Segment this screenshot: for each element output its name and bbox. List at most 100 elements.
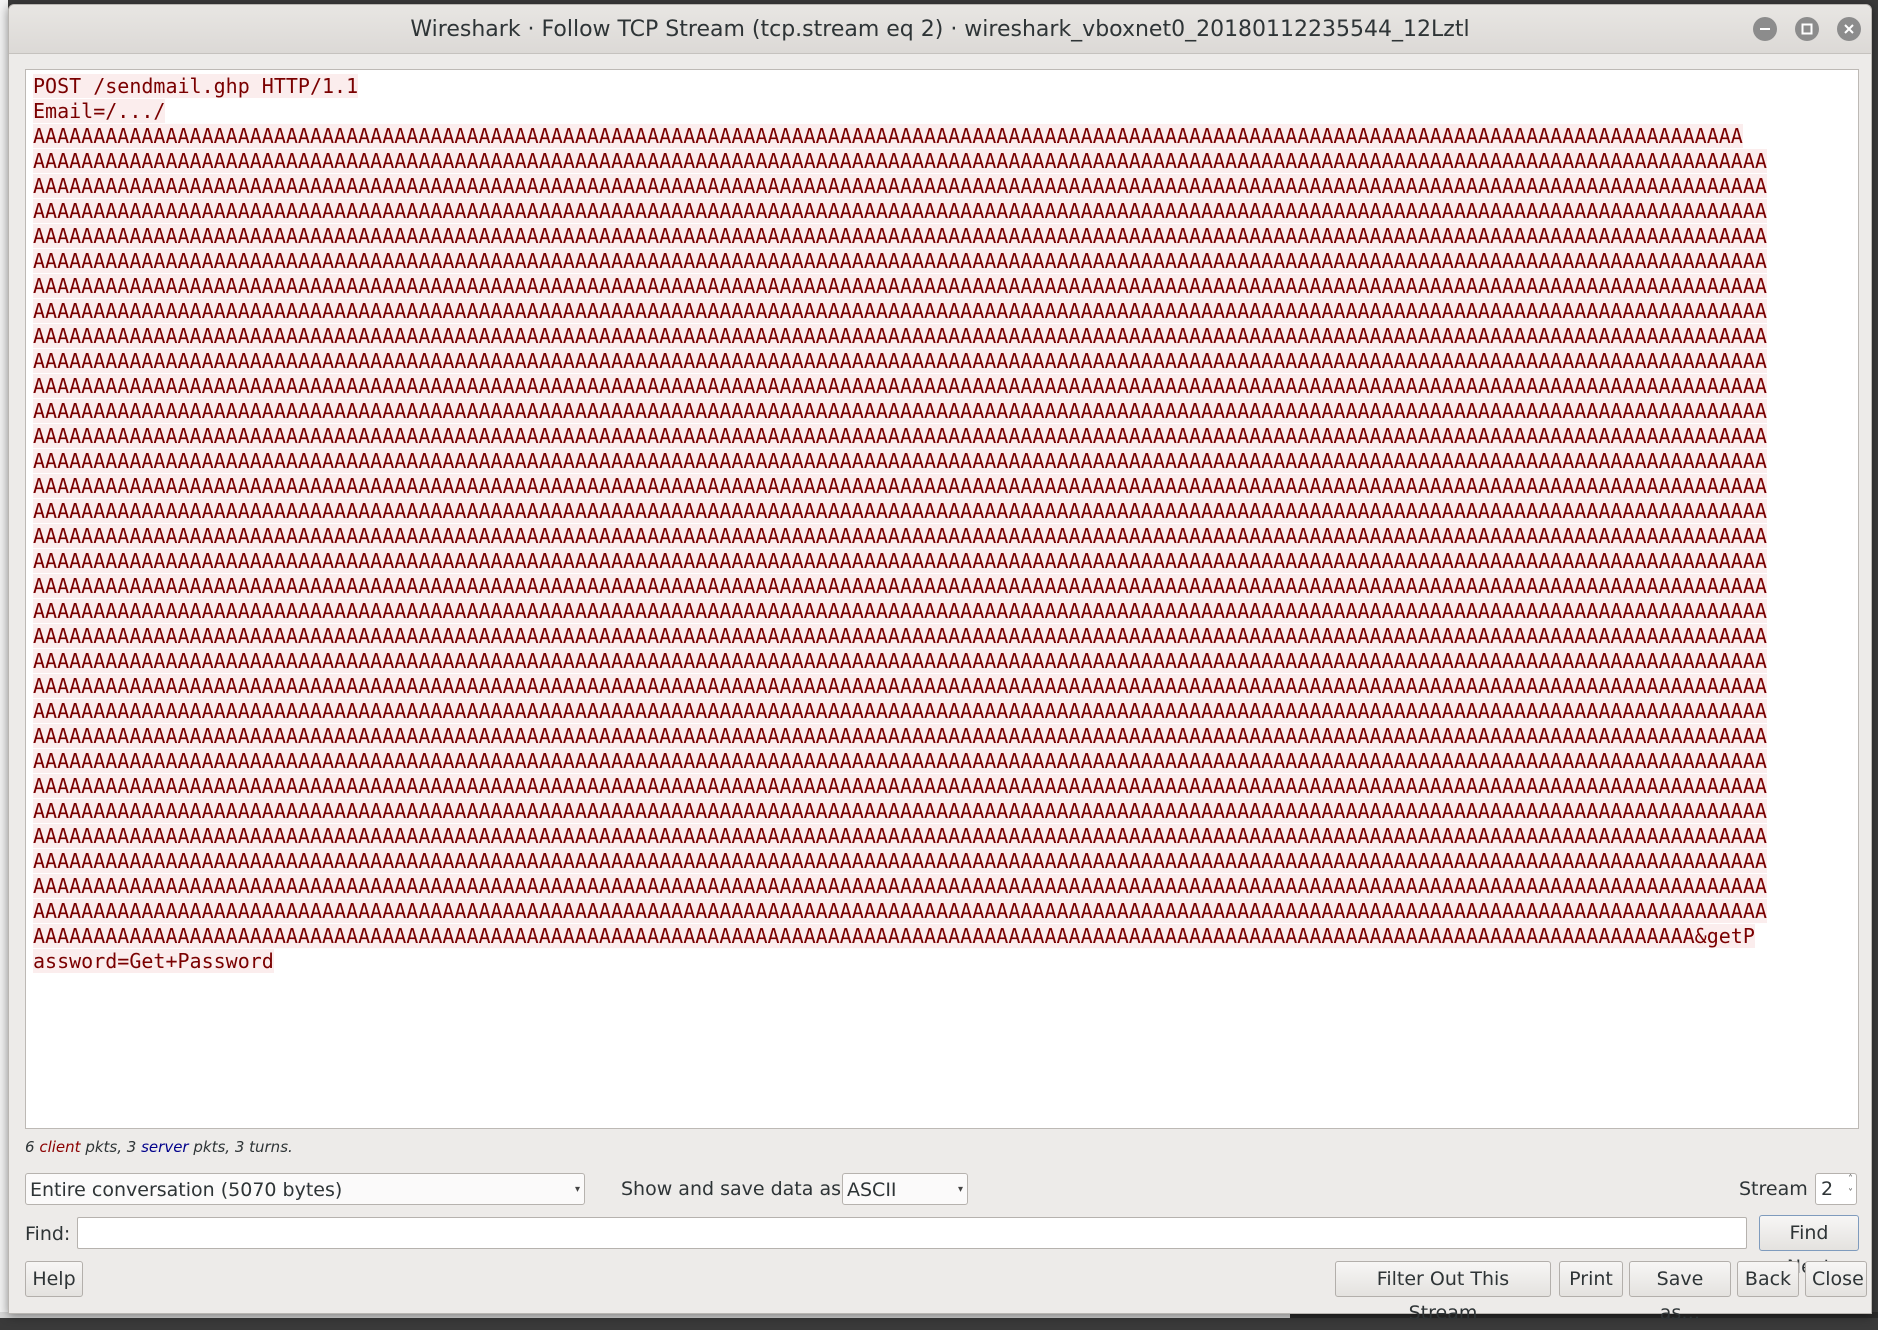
- stream-line: POST /sendmail.ghp HTTP/1.1: [33, 74, 1767, 99]
- conversation-select-value: Entire conversation (5070 bytes): [30, 1179, 343, 1201]
- stream-line-text: AAAAAAAAAAAAAAAAAAAAAAAAAAAAAAAAAAAAAAAA…: [33, 674, 1767, 698]
- stream-line: AAAAAAAAAAAAAAAAAAAAAAAAAAAAAAAAAAAAAAAA…: [33, 274, 1767, 299]
- stream-line-text: AAAAAAAAAAAAAAAAAAAAAAAAAAAAAAAAAAAAAAAA…: [33, 399, 1767, 423]
- stream-line-text: AAAAAAAAAAAAAAAAAAAAAAAAAAAAAAAAAAAAAAAA…: [33, 149, 1767, 173]
- stream-line: AAAAAAAAAAAAAAAAAAAAAAAAAAAAAAAAAAAAAAAA…: [33, 249, 1767, 274]
- stream-line-text: AAAAAAAAAAAAAAAAAAAAAAAAAAAAAAAAAAAAAAAA…: [33, 799, 1767, 823]
- stream-line: assword=Get+Password: [33, 949, 1767, 974]
- stream-line: AAAAAAAAAAAAAAAAAAAAAAAAAAAAAAAAAAAAAAAA…: [33, 324, 1767, 349]
- stream-line-text: AAAAAAAAAAAAAAAAAAAAAAAAAAAAAAAAAAAAAAAA…: [33, 199, 1767, 223]
- maximize-button[interactable]: [1795, 17, 1819, 41]
- stream-line: AAAAAAAAAAAAAAAAAAAAAAAAAAAAAAAAAAAAAAAA…: [33, 724, 1767, 749]
- stream-line: AAAAAAAAAAAAAAAAAAAAAAAAAAAAAAAAAAAAAAAA…: [33, 574, 1767, 599]
- client-label: client: [39, 1138, 81, 1156]
- stream-content-view[interactable]: POST /sendmail.ghp HTTP/1.1 Email=/.../AA…: [25, 69, 1859, 1129]
- minimize-button[interactable]: [1753, 17, 1777, 41]
- stream-line-text: AAAAAAAAAAAAAAAAAAAAAAAAAAAAAAAAAAAAAAAA…: [33, 249, 1767, 273]
- close-icon: [1844, 24, 1854, 34]
- client-suffix: pkts,: [85, 1138, 122, 1156]
- stream-line: AAAAAAAAAAAAAAAAAAAAAAAAAAAAAAAAAAAAAAAA…: [33, 449, 1767, 474]
- stream-line-text: AAAAAAAAAAAAAAAAAAAAAAAAAAAAAAAAAAAAAAAA…: [33, 224, 1767, 248]
- stream-line: AAAAAAAAAAAAAAAAAAAAAAAAAAAAAAAAAAAAAAAA…: [33, 599, 1767, 624]
- spinner-up-icon[interactable]: ˄: [1848, 1174, 1853, 1185]
- spinner-down-icon[interactable]: ˅: [1848, 1188, 1853, 1199]
- dropdown-arrow-icon: ▾: [574, 1184, 580, 1195]
- maximize-icon: [1801, 23, 1813, 35]
- stream-line: AAAAAAAAAAAAAAAAAAAAAAAAAAAAAAAAAAAAAAAA…: [33, 349, 1767, 374]
- stream-line: AAAAAAAAAAAAAAAAAAAAAAAAAAAAAAAAAAAAAAAA…: [33, 849, 1767, 874]
- stream-text: POST /sendmail.ghp HTTP/1.1 Email=/.../AA…: [33, 74, 1767, 974]
- stream-line-text: AAAAAAAAAAAAAAAAAAAAAAAAAAAAAAAAAAAAAAAA…: [33, 649, 1767, 673]
- stream-line: AAAAAAAAAAAAAAAAAAAAAAAAAAAAAAAAAAAAAAAA…: [33, 124, 1767, 149]
- stream-line: AAAAAAAAAAAAAAAAAAAAAAAAAAAAAAAAAAAAAAAA…: [33, 924, 1767, 949]
- stream-number-spinner[interactable]: 2 ˄ ˅: [1815, 1173, 1857, 1205]
- server-count: 3: [126, 1138, 137, 1156]
- stream-line-text: AAAAAAAAAAAAAAAAAAAAAAAAAAAAAAAAAAAAAAAA…: [33, 124, 1743, 148]
- stream-line: AAAAAAAAAAAAAAAAAAAAAAAAAAAAAAAAAAAAAAAA…: [33, 799, 1767, 824]
- stream-line-text: AAAAAAAAAAAAAAAAAAAAAAAAAAAAAAAAAAAAAAAA…: [33, 524, 1767, 548]
- stream-line-text: Email=/.../: [33, 99, 166, 123]
- help-button[interactable]: Help: [25, 1261, 83, 1297]
- stream-line-text: AAAAAAAAAAAAAAAAAAAAAAAAAAAAAAAAAAAAAAAA…: [33, 349, 1767, 373]
- stream-line: AAAAAAAAAAAAAAAAAAAAAAAAAAAAAAAAAAAAAAAA…: [33, 224, 1767, 249]
- show-save-label: Show and save data as: [621, 1178, 841, 1200]
- stream-line: AAAAAAAAAAAAAAAAAAAAAAAAAAAAAAAAAAAAAAAA…: [33, 299, 1767, 324]
- stream-line: AAAAAAAAAAAAAAAAAAAAAAAAAAAAAAAAAAAAAAAA…: [33, 699, 1767, 724]
- stream-label: Stream: [1739, 1178, 1808, 1200]
- stream-line: AAAAAAAAAAAAAAAAAAAAAAAAAAAAAAAAAAAAAAAA…: [33, 499, 1767, 524]
- stream-line-text: AAAAAAAAAAAAAAAAAAAAAAAAAAAAAAAAAAAAAAAA…: [33, 449, 1767, 473]
- server-suffix: pkts, 3 turns.: [193, 1138, 293, 1156]
- stream-line-text: AAAAAAAAAAAAAAAAAAAAAAAAAAAAAAAAAAAAAAAA…: [33, 824, 1767, 848]
- stream-line: AAAAAAAAAAAAAAAAAAAAAAAAAAAAAAAAAAAAAAAA…: [33, 149, 1767, 174]
- title-bar[interactable]: Wireshark · Follow TCP Stream (tcp.strea…: [9, 5, 1871, 54]
- desktop-background: [0, 0, 8, 1318]
- stream-line-text: AAAAAAAAAAAAAAAAAAAAAAAAAAAAAAAAAAAAAAAA…: [33, 574, 1767, 598]
- filter-out-stream-button[interactable]: Filter Out This Stream: [1335, 1261, 1551, 1324]
- conversation-select[interactable]: Entire conversation (5070 bytes) ▾: [25, 1173, 585, 1205]
- close-button[interactable]: Close: [1805, 1261, 1867, 1297]
- stream-line-text: AAAAAAAAAAAAAAAAAAAAAAAAAAAAAAAAAAAAAAAA…: [33, 724, 1767, 748]
- stream-line-text: AAAAAAAAAAAAAAAAAAAAAAAAAAAAAAAAAAAAAAAA…: [33, 424, 1767, 448]
- stream-line: AAAAAAAAAAAAAAAAAAAAAAAAAAAAAAAAAAAAAAAA…: [33, 649, 1767, 674]
- stream-line-text: AAAAAAAAAAAAAAAAAAAAAAAAAAAAAAAAAAAAAAAA…: [33, 849, 1767, 873]
- data-format-value: ASCII: [847, 1179, 897, 1201]
- packet-stats: 6 client pkts, 3 server pkts, 3 turns.: [25, 1138, 293, 1156]
- find-next-button[interactable]: Find Next: [1759, 1215, 1859, 1278]
- stream-line-text: assword=Get+Password: [33, 949, 274, 973]
- stream-line: AAAAAAAAAAAAAAAAAAAAAAAAAAAAAAAAAAAAAAAA…: [33, 474, 1767, 499]
- dropdown-arrow-icon: ▾: [957, 1184, 963, 1195]
- find-input[interactable]: [77, 1217, 1747, 1249]
- stream-line: AAAAAAAAAAAAAAAAAAAAAAAAAAAAAAAAAAAAAAAA…: [33, 549, 1767, 574]
- stream-line-text: AAAAAAAAAAAAAAAAAAAAAAAAAAAAAAAAAAAAAAAA…: [33, 324, 1767, 348]
- find-label: Find:: [25, 1223, 71, 1245]
- stream-line: AAAAAAAAAAAAAAAAAAAAAAAAAAAAAAAAAAAAAAAA…: [33, 674, 1767, 699]
- stream-line: AAAAAAAAAAAAAAAAAAAAAAAAAAAAAAAAAAAAAAAA…: [33, 424, 1767, 449]
- stream-line: AAAAAAAAAAAAAAAAAAAAAAAAAAAAAAAAAAAAAAAA…: [33, 524, 1767, 549]
- stream-line: AAAAAAAAAAAAAAAAAAAAAAAAAAAAAAAAAAAAAAAA…: [33, 374, 1767, 399]
- server-label: server: [141, 1138, 189, 1156]
- minimize-icon: [1760, 28, 1770, 30]
- save-as-button[interactable]: Save as…: [1629, 1261, 1731, 1324]
- back-button[interactable]: Back: [1737, 1261, 1799, 1297]
- stream-line-text: AAAAAAAAAAAAAAAAAAAAAAAAAAAAAAAAAAAAAAAA…: [33, 899, 1767, 923]
- stream-line-text: AAAAAAAAAAAAAAAAAAAAAAAAAAAAAAAAAAAAAAAA…: [33, 874, 1767, 898]
- stream-line: AAAAAAAAAAAAAAAAAAAAAAAAAAAAAAAAAAAAAAAA…: [33, 174, 1767, 199]
- stream-line: AAAAAAAAAAAAAAAAAAAAAAAAAAAAAAAAAAAAAAAA…: [33, 199, 1767, 224]
- stream-line-text: AAAAAAAAAAAAAAAAAAAAAAAAAAAAAAAAAAAAAAAA…: [33, 474, 1767, 498]
- stream-line: AAAAAAAAAAAAAAAAAAAAAAAAAAAAAAAAAAAAAAAA…: [33, 824, 1767, 849]
- window-title: Wireshark · Follow TCP Stream (tcp.strea…: [410, 17, 1470, 42]
- stream-line-text: AAAAAAAAAAAAAAAAAAAAAAAAAAAAAAAAAAAAAAAA…: [33, 599, 1767, 623]
- stream-line: AAAAAAAAAAAAAAAAAAAAAAAAAAAAAAAAAAAAAAAA…: [33, 774, 1767, 799]
- stream-line-text: AAAAAAAAAAAAAAAAAAAAAAAAAAAAAAAAAAAAAAAA…: [33, 924, 1755, 948]
- stream-line-text: AAAAAAAAAAAAAAAAAAAAAAAAAAAAAAAAAAAAAAAA…: [33, 774, 1767, 798]
- stream-line: Email=/.../: [33, 99, 1767, 124]
- stream-line-text: AAAAAAAAAAAAAAAAAAAAAAAAAAAAAAAAAAAAAAAA…: [33, 299, 1767, 323]
- close-window-button[interactable]: [1837, 17, 1861, 41]
- print-button[interactable]: Print: [1559, 1261, 1623, 1297]
- stream-line-text: AAAAAAAAAAAAAAAAAAAAAAAAAAAAAAAAAAAAAAAA…: [33, 274, 1767, 298]
- stream-line-text: AAAAAAAAAAAAAAAAAAAAAAAAAAAAAAAAAAAAAAAA…: [33, 699, 1767, 723]
- client-count: 6: [25, 1138, 35, 1156]
- stream-line-text: AAAAAAAAAAAAAAAAAAAAAAAAAAAAAAAAAAAAAAAA…: [33, 374, 1767, 398]
- data-format-select[interactable]: ASCII ▾: [842, 1173, 968, 1205]
- stream-line-text: AAAAAAAAAAAAAAAAAAAAAAAAAAAAAAAAAAAAAAAA…: [33, 499, 1767, 523]
